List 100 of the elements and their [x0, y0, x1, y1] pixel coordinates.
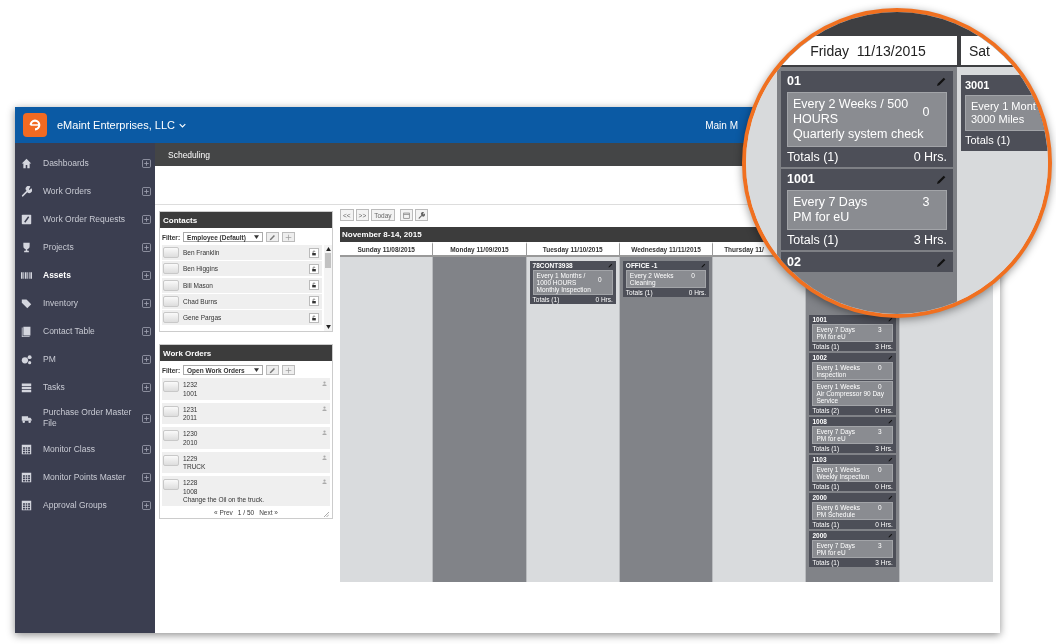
sidebar-item[interactable]: Assets [15, 261, 155, 289]
row-select-button[interactable] [163, 247, 179, 258]
calendar-button[interactable] [399, 209, 413, 221]
pencil-icon[interactable] [887, 419, 893, 424]
sidebar-item[interactable]: Projects [15, 233, 155, 261]
pencil-icon[interactable] [936, 174, 947, 185]
pencil-icon[interactable] [887, 355, 893, 360]
edit-filter-button[interactable] [266, 232, 280, 242]
main-menu-link[interactable]: Main M [705, 119, 738, 131]
lock-button[interactable] [309, 280, 319, 291]
panel-title: Work Orders [163, 348, 212, 358]
expand-icon[interactable] [142, 382, 151, 392]
sidebar-item[interactable]: Monitor Class [15, 435, 155, 463]
totals-label: Totals (1) [965, 134, 1011, 147]
expand-icon[interactable] [142, 158, 151, 168]
scroll-thumb[interactable] [325, 253, 331, 268]
total-hours: 0 Hrs. [913, 150, 947, 165]
person-icon[interactable] [322, 454, 327, 460]
pencil-icon [269, 366, 277, 374]
sidebar-item[interactable]: Work Orders [15, 177, 155, 205]
card-title: 02 [787, 255, 801, 270]
task-count: 0 [921, 104, 931, 120]
calendar-icon [402, 211, 410, 219]
lock-icon [311, 265, 317, 272]
sidebar-item[interactable]: Monitor Points Master [15, 463, 155, 491]
sidebar-item[interactable]: Approval Groups [15, 491, 155, 519]
expand-icon[interactable] [142, 500, 151, 510]
lock-button[interactable] [309, 247, 319, 258]
task-schedule: Every 1 Mont [971, 100, 1037, 113]
grid-icon [21, 499, 32, 511]
expand-icon[interactable] [142, 326, 151, 336]
logo-icon [23, 113, 47, 137]
row-select-button[interactable] [163, 479, 179, 490]
row-select-button[interactable] [163, 295, 179, 307]
page-title: Scheduling [168, 149, 211, 160]
lock-icon [311, 298, 317, 305]
totals-label: Totals (1) [787, 233, 839, 248]
sidebar-item[interactable]: Tasks [15, 373, 155, 401]
task-schedule: Every 7 Days [793, 195, 869, 210]
expand-icon[interactable] [142, 413, 151, 423]
sidebar-item[interactable]: Contact Table [15, 317, 155, 345]
stack-icon [21, 381, 32, 393]
lock-button[interactable] [309, 296, 319, 307]
scroll-up-icon[interactable] [325, 247, 331, 251]
row-select-button[interactable] [163, 381, 179, 392]
row-select-button[interactable] [163, 312, 179, 324]
pencil-icon[interactable] [936, 257, 947, 268]
sidebar-item[interactable]: Work Order Requests [15, 205, 155, 233]
pencil-icon[interactable] [887, 457, 893, 462]
gears-icon [21, 353, 32, 365]
add-filter-button[interactable] [282, 365, 296, 375]
person-icon[interactable] [322, 430, 327, 435]
company-menu[interactable]: eMaint Enterprises, LLC [57, 119, 186, 131]
row-select-button[interactable] [163, 263, 179, 275]
wrench-icon [417, 211, 425, 219]
expand-icon[interactable] [142, 444, 151, 454]
row-select-button[interactable] [163, 430, 179, 441]
expand-icon[interactable] [142, 270, 151, 280]
dropdown-arrow-icon [254, 235, 260, 239]
sidebar-item[interactable]: Dashboards [15, 149, 155, 177]
pencil-icon[interactable] [887, 495, 893, 500]
tag-icon [21, 297, 32, 309]
expand-icon[interactable] [142, 472, 151, 482]
lock-button[interactable] [309, 263, 319, 274]
row-select-button[interactable] [163, 279, 179, 291]
row-select-button[interactable] [163, 405, 179, 417]
home-icon [21, 157, 32, 169]
total-hours: 3 Hrs. [913, 233, 947, 248]
wrench-icon [21, 185, 32, 197]
expand-icon[interactable] [142, 186, 151, 196]
pencil-icon[interactable] [936, 76, 947, 87]
sidebar-item[interactable]: PM [15, 345, 155, 373]
day-label: Friday 11/13/2015 [810, 42, 926, 59]
sidebar-item[interactable]: Inventory [15, 289, 155, 317]
person-icon[interactable] [322, 479, 327, 484]
edit-filter-button[interactable] [266, 365, 280, 375]
resize-grip-icon[interactable] [324, 512, 329, 517]
person-icon[interactable] [322, 381, 327, 386]
task-count: 3 [921, 195, 931, 210]
pencil-icon[interactable] [607, 263, 613, 268]
scrollbar[interactable] [324, 245, 332, 331]
totals-label: Totals (1) [787, 150, 839, 165]
pencil-icon[interactable] [701, 263, 707, 268]
pencil-icon[interactable] [887, 533, 893, 538]
plus-icon [285, 366, 293, 374]
person-icon[interactable] [322, 405, 327, 411]
pencil-icon [269, 233, 277, 241]
row-select-button[interactable] [163, 454, 179, 466]
lock-button[interactable] [309, 312, 319, 323]
book-icon [21, 325, 32, 337]
settings-button[interactable] [414, 209, 428, 221]
sidebar-item[interactable]: Purchase Order Master File [15, 401, 155, 435]
expand-icon[interactable] [142, 242, 151, 252]
expand-icon[interactable] [142, 354, 151, 364]
scroll-down-icon[interactable] [325, 325, 331, 329]
expand-icon[interactable] [142, 214, 151, 224]
panel-title: Contacts [163, 215, 198, 225]
expand-icon[interactable] [142, 298, 151, 308]
add-filter-button[interactable] [282, 232, 296, 242]
chevron-down-icon [179, 122, 186, 128]
